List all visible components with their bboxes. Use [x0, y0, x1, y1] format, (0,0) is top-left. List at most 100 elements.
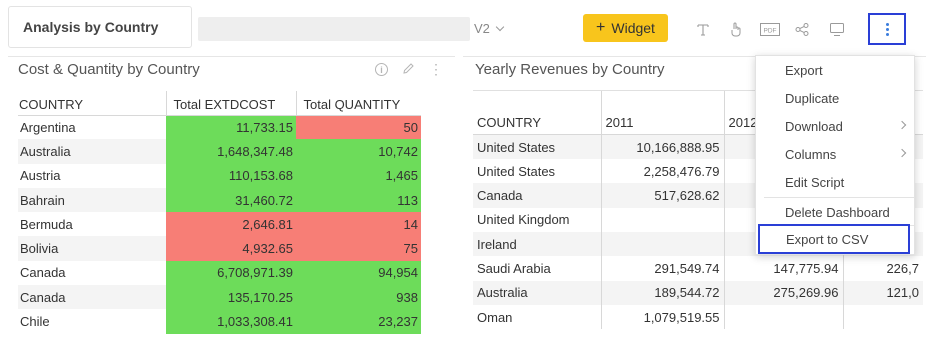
plus-icon: + [596, 19, 606, 36]
menu-item-label: Export to CSV [786, 231, 869, 247]
menu-item-download[interactable]: Download [756, 113, 914, 139]
table-row[interactable]: Oman 1,079,519.55 [473, 304, 923, 330]
touch-icon[interactable] [729, 20, 741, 38]
header-spacer [600, 90, 724, 111]
country-cell: Bermuda [20, 216, 73, 232]
menu-item-duplicate[interactable]: Duplicate [756, 85, 914, 111]
dashboard-title: Analysis by Country [23, 19, 159, 35]
revenue-2011-cell: 189,544.72 [600, 280, 724, 305]
dashboard-name-field[interactable] [198, 17, 470, 41]
country-cell: Australia [18, 139, 166, 164]
pdf-icon[interactable]: PDF [760, 20, 780, 38]
header-spacer [473, 90, 601, 111]
country-cell: Canada [20, 265, 66, 281]
menu-item-columns[interactable]: Columns [756, 141, 914, 167]
quantity-cell: 10,742 [296, 139, 421, 164]
quantity-cell: 50 [296, 115, 421, 140]
quantity-cell: 75 [296, 236, 421, 261]
menu-item-delete-dashboard[interactable]: Delete Dashboard [756, 199, 914, 225]
widget-title: Cost & Quantity by Country [18, 61, 200, 78]
country-cell: Oman [477, 309, 513, 325]
extdcost-cell: 1,033,308.41 [166, 309, 296, 334]
info-icon[interactable]: i [375, 63, 388, 76]
country-cell: Saudi Arabia [477, 260, 551, 276]
country-cell: Argentina [20, 119, 76, 135]
revenue-2011-cell: 2,258,476.79 [600, 159, 724, 184]
menu-item-label: Edit Script [785, 174, 845, 190]
country-cell: Austria [20, 168, 61, 184]
menu-item-export[interactable]: Export [756, 57, 914, 83]
revenue-2011-cell: 10,166,888.95 [600, 134, 724, 160]
text-icon[interactable] [697, 20, 709, 38]
widget-tools: i ⋮ [375, 61, 443, 78]
dashboard-toolbar: Analysis by Country V2 + Widget PDF [0, 0, 926, 55]
more-vertical-icon [885, 22, 889, 26]
table-row[interactable]: Chile 1,033,308.41 23,237 [18, 309, 421, 334]
menu-divider [764, 197, 914, 198]
version-selector[interactable]: V2 [474, 21, 505, 36]
table-row[interactable]: Bermuda 2,646.81 14 [18, 212, 421, 237]
menu-item-edit-script[interactable]: Edit Script [756, 169, 914, 195]
revenue-2013-cell: 226,7 [842, 256, 923, 281]
quantity-cell: 1,465 [296, 163, 421, 188]
menu-item-label: Duplicate [785, 90, 840, 106]
extdcost-cell: 11,733.15 [166, 115, 296, 140]
menu-item-label: Export [785, 62, 823, 78]
table-row[interactable]: Austria 110,153.68 1,465 [18, 163, 421, 188]
country-cell: Australia [473, 280, 601, 305]
column-header[interactable]: Total EXTDCOST [165, 91, 296, 116]
more-vertical-icon-dot [885, 27, 889, 31]
table-row[interactable]: Argentina 11,733.15 50 [18, 115, 421, 140]
extdcost-cell: 110,153.68 [166, 163, 296, 188]
add-widget-button[interactable]: + Widget [583, 14, 668, 42]
edit-pencil-icon[interactable] [402, 62, 415, 78]
menu-item-label: Columns [785, 146, 837, 162]
table-row[interactable]: Canada 6,708,971.39 94,954 [18, 260, 421, 286]
cost-quantity-widget: Cost & Quantity by Country i ⋮ COUNTRY T… [8, 56, 455, 347]
quantity-cell: 94,954 [296, 260, 421, 286]
revenue-2012-cell [723, 304, 843, 330]
table-row[interactable]: Canada 135,170.25 938 [18, 285, 421, 310]
version-label: V2 [474, 21, 490, 36]
table-row[interactable]: Saudi Arabia 291,549.74 147,775.94 226,7 [473, 256, 923, 281]
more-options-button[interactable] [868, 13, 906, 45]
quantity-cell: 14 [296, 212, 421, 237]
country-cell: Canada [18, 285, 166, 310]
country-cell: Bolivia [18, 236, 166, 261]
svg-text:PDF: PDF [764, 27, 777, 34]
table-row[interactable]: Bolivia 4,932.65 75 [18, 236, 421, 261]
widget-title: Yearly Revenues by Country [475, 61, 665, 78]
extdcost-cell: 1,648,347.48 [166, 139, 296, 164]
extdcost-cell: 6,708,971.39 [166, 260, 296, 286]
presentation-icon[interactable] [830, 20, 844, 38]
table-row[interactable]: Australia 189,544.72 275,269.96 121,0 [473, 280, 923, 305]
column-header[interactable]: Total QUANTITY [295, 91, 421, 116]
country-cell: Canada [473, 183, 601, 208]
revenue-2012-cell: 147,775.94 [723, 256, 843, 281]
quantity-cell: 938 [296, 285, 421, 310]
country-cell: United States [473, 134, 601, 160]
revenue-2013-cell: 121,0 [842, 280, 923, 305]
more-vertical-icon[interactable]: ⋮ [429, 61, 443, 78]
menu-item-label: Delete Dashboard [785, 204, 890, 220]
add-widget-label: Widget [611, 20, 655, 36]
country-cell: United Kingdom [477, 212, 570, 228]
cost-quantity-table: COUNTRY Total EXTDCOST Total QUANTITY Ar… [18, 91, 421, 334]
chevron-right-icon [897, 120, 907, 130]
table-row[interactable]: Bahrain 31,460.72 113 [18, 187, 421, 213]
extdcost-cell: 31,460.72 [166, 187, 296, 213]
table-header-row: COUNTRY Total EXTDCOST Total QUANTITY [18, 91, 421, 116]
column-header[interactable]: COUNTRY [18, 91, 166, 116]
revenue-2013-cell [842, 304, 923, 330]
dashboard-tab[interactable]: Analysis by Country [8, 6, 192, 48]
extdcost-cell: 2,646.81 [166, 212, 296, 237]
quantity-cell: 113 [296, 187, 421, 213]
share-icon[interactable] [795, 20, 809, 38]
menu-item-export-to-csv[interactable]: Export to CSV [758, 224, 910, 254]
revenue-2011-cell: 1,079,519.55 [600, 304, 724, 330]
column-header[interactable]: 2011 [600, 110, 724, 136]
table-row[interactable]: Australia 1,648,347.48 10,742 [18, 139, 421, 164]
extdcost-cell: 4,932.65 [166, 236, 296, 261]
revenue-2011-cell: 517,628.62 [600, 183, 724, 208]
column-header[interactable]: COUNTRY [473, 110, 601, 136]
